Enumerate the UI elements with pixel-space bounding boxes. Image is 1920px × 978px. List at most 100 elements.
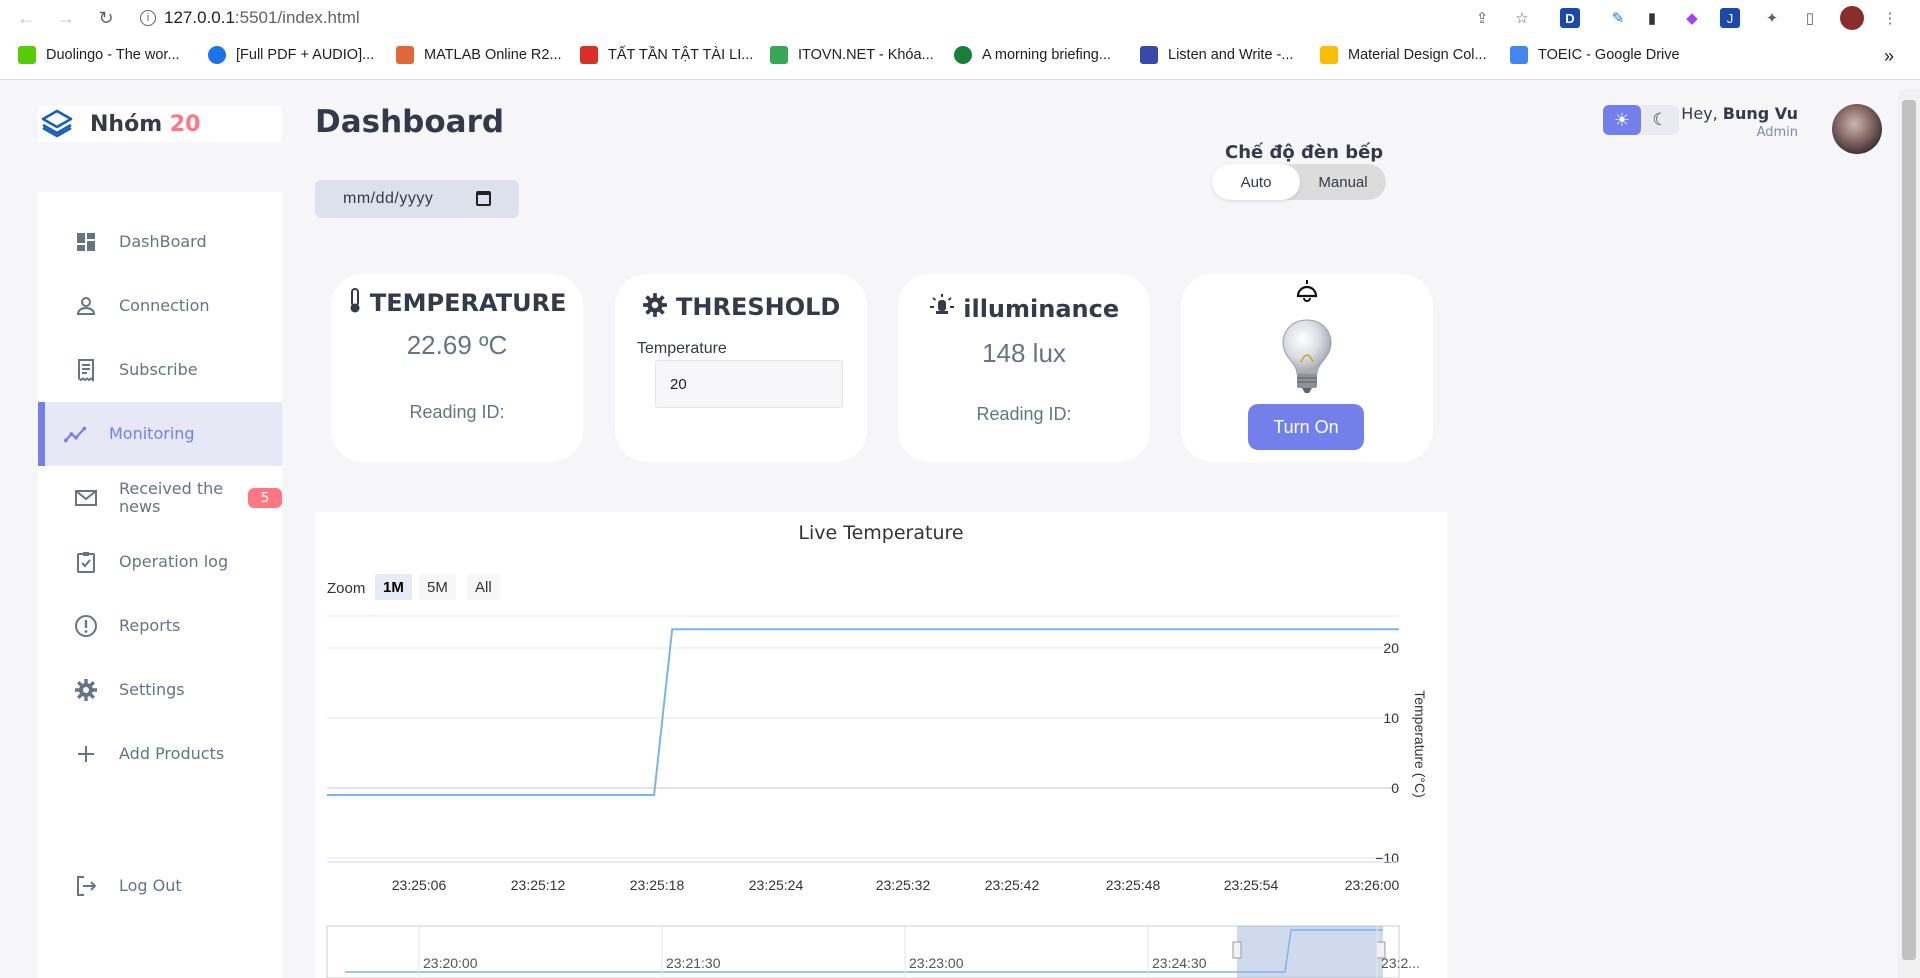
sidebar-item-logout[interactable]: Log Out: [38, 854, 282, 918]
sidebar-item-label: Connection: [119, 296, 210, 315]
logout-icon: [74, 874, 98, 898]
moon-icon[interactable]: ☾: [1641, 105, 1679, 135]
bookmark-item[interactable]: ITOVN.NET - Khóa...: [770, 46, 934, 64]
navigator-tick-label: 23:21:30: [666, 955, 721, 971]
temperature-card: TEMPERATURE 22.69 ºC Reading ID:: [331, 274, 583, 462]
bookmark-item[interactable]: Listen and Write -...: [1140, 46, 1293, 64]
sidebar-item-label: Operation log: [119, 552, 229, 571]
page-scrollbar[interactable]: [1898, 90, 1920, 978]
sidebar-item-label: Monitoring: [109, 424, 195, 443]
x-tick-label: 23:25:06: [392, 877, 447, 893]
sidebar-item-monitoring[interactable]: Monitoring: [38, 402, 282, 466]
address-bar[interactable]: i 127.0.0.1:5501/index.html: [136, 4, 1476, 32]
navigator-tick-label: 23:20:00: [423, 955, 478, 971]
bookmark-favicon-icon: [18, 46, 36, 64]
share-icon[interactable]: ⇪: [1470, 6, 1494, 30]
bookmark-item[interactable]: MATLAB Online R2...: [396, 46, 562, 64]
brand-name: Nhóm 20: [90, 111, 201, 137]
bookmark-item[interactable]: Material Design Col...: [1320, 46, 1487, 64]
forward-icon[interactable]: →: [54, 6, 78, 30]
mode-manual-option[interactable]: Manual: [1300, 164, 1386, 200]
live-temperature-chart: Live Temperature Zoom 1M 5M All 20 10 0 −10…: [315, 512, 1447, 978]
clipboard-icon: [74, 550, 98, 574]
sun-icon[interactable]: ☀: [1603, 105, 1641, 135]
layers-logo-icon: [41, 109, 73, 138]
sidebar-item-reports[interactable]: Reports: [38, 594, 282, 658]
bookmark-favicon-icon: [1140, 46, 1158, 64]
extension-phone-icon[interactable]: ▮: [1640, 6, 1664, 30]
x-tick-label: 23:25:54: [1224, 877, 1279, 893]
light-bulb-icon: [1282, 319, 1332, 393]
mode-toggle[interactable]: Auto Manual: [1212, 164, 1386, 200]
menu-icon[interactable]: ⋮: [1878, 6, 1902, 30]
dashboard-icon: [74, 230, 98, 254]
notification-badge: 5: [248, 488, 282, 508]
scrollbar-thumb[interactable]: [1902, 100, 1916, 960]
brand-number: 20: [169, 111, 201, 137]
bookmark-item[interactable]: [Full PDF + AUDIO]...: [208, 46, 374, 64]
lamp-control-card: Turn On: [1181, 274, 1433, 462]
date-input[interactable]: mm/dd/yyyy: [315, 180, 519, 218]
back-icon[interactable]: ←: [14, 6, 38, 30]
navigator-tick-label: 23:2...: [1381, 955, 1420, 971]
user-role: Admin: [1756, 125, 1798, 140]
extensions-puzzle-icon[interactable]: ✦: [1760, 6, 1784, 30]
bookmark-favicon-icon: [1510, 46, 1528, 64]
side-panel-icon[interactable]: ▯: [1798, 6, 1822, 30]
sidebar-item-label: Received the news: [119, 479, 224, 516]
x-tick-label: 23:25:12: [511, 877, 566, 893]
bookmark-favicon-icon: [580, 46, 598, 64]
x-tick-label: 23:26:00: [1345, 877, 1400, 893]
sidebar: DashBoard Connection Subscribe Monitorin…: [38, 192, 282, 978]
sidebar-item-add-products[interactable]: Add Products: [38, 722, 282, 786]
add-icon: [74, 742, 98, 766]
avatar[interactable]: [1832, 104, 1882, 154]
temperature-series-line: [327, 628, 1399, 796]
lamp-light-icon: [929, 294, 954, 314]
profile-avatar-icon[interactable]: [1840, 6, 1864, 30]
temperature-reading-id: Reading ID:: [409, 402, 505, 422]
sidebar-item-settings[interactable]: Settings: [38, 658, 282, 722]
thermometer-icon: [350, 288, 360, 313]
bookmark-item[interactable]: TẤT TẦN TẬT TÀI LI...: [580, 46, 753, 64]
sidebar-item-operation-log[interactable]: Operation log: [38, 530, 282, 594]
sidebar-item-dashboard[interactable]: DashBoard: [38, 210, 282, 274]
extension-purple-icon[interactable]: ◆: [1680, 6, 1704, 30]
bookmark-item[interactable]: Duolingo - The wor...: [18, 46, 180, 64]
x-tick-label: 23:25:24: [749, 877, 804, 893]
threshold-temperature-input[interactable]: 20: [655, 360, 843, 408]
turn-on-button[interactable]: Turn On: [1248, 404, 1364, 450]
site-info-icon[interactable]: i: [140, 10, 156, 26]
user-name: Bung Vu: [1722, 104, 1798, 123]
bookmark-item[interactable]: A morning briefing...: [954, 46, 1111, 64]
bookmark-star-icon[interactable]: ☆: [1510, 6, 1534, 30]
sidebar-item-label: Settings: [119, 680, 185, 699]
x-tick-label: 23:25:18: [630, 877, 685, 893]
sidebar-item-news[interactable]: Received the news 5: [38, 466, 282, 530]
page-title: Dashboard: [315, 104, 505, 140]
y-tick-label: −10: [1375, 850, 1399, 866]
greeting: Hey,: [1681, 104, 1723, 123]
extension-d-icon[interactable]: D: [1560, 8, 1580, 28]
y-tick-label: 0: [1391, 780, 1399, 796]
bookmark-favicon-icon: [396, 46, 414, 64]
reload-icon[interactable]: ↻: [94, 6, 118, 30]
sidebar-item-connection[interactable]: Connection: [38, 274, 282, 338]
extension-j-icon[interactable]: J: [1720, 8, 1740, 28]
extension-picker-icon[interactable]: ✎: [1606, 6, 1630, 30]
temperature-card-title: TEMPERATURE: [331, 288, 583, 317]
threshold-card: THRESHOLD Temperature 20: [615, 274, 867, 462]
mode-auto-option[interactable]: Auto: [1212, 164, 1300, 200]
person-icon: [74, 294, 98, 318]
more-bookmarks-button[interactable]: »: [1884, 46, 1894, 67]
bookmark-item[interactable]: TOEIC - Google Drive: [1510, 46, 1680, 64]
illuminance-reading-id: Reading ID:: [976, 404, 1072, 424]
browser-toolbar: ← → ↻ i 127.0.0.1:5501/index.html ⇪ ☆ D …: [0, 0, 1920, 36]
navigator-tick-label: 23:24:30: [1152, 955, 1207, 971]
bookmark-favicon-icon: [770, 46, 788, 64]
theme-toggle[interactable]: ☀ ☾: [1603, 105, 1679, 135]
calendar-icon[interactable]: [476, 191, 491, 206]
chart-plot-area[interactable]: 20 10 0 −10 Temperature (°C) 23:25:06 23:25:12…: [315, 512, 1447, 978]
sidebar-item-subscribe[interactable]: Subscribe: [38, 338, 282, 402]
date-placeholder: mm/dd/yyyy: [343, 190, 434, 207]
